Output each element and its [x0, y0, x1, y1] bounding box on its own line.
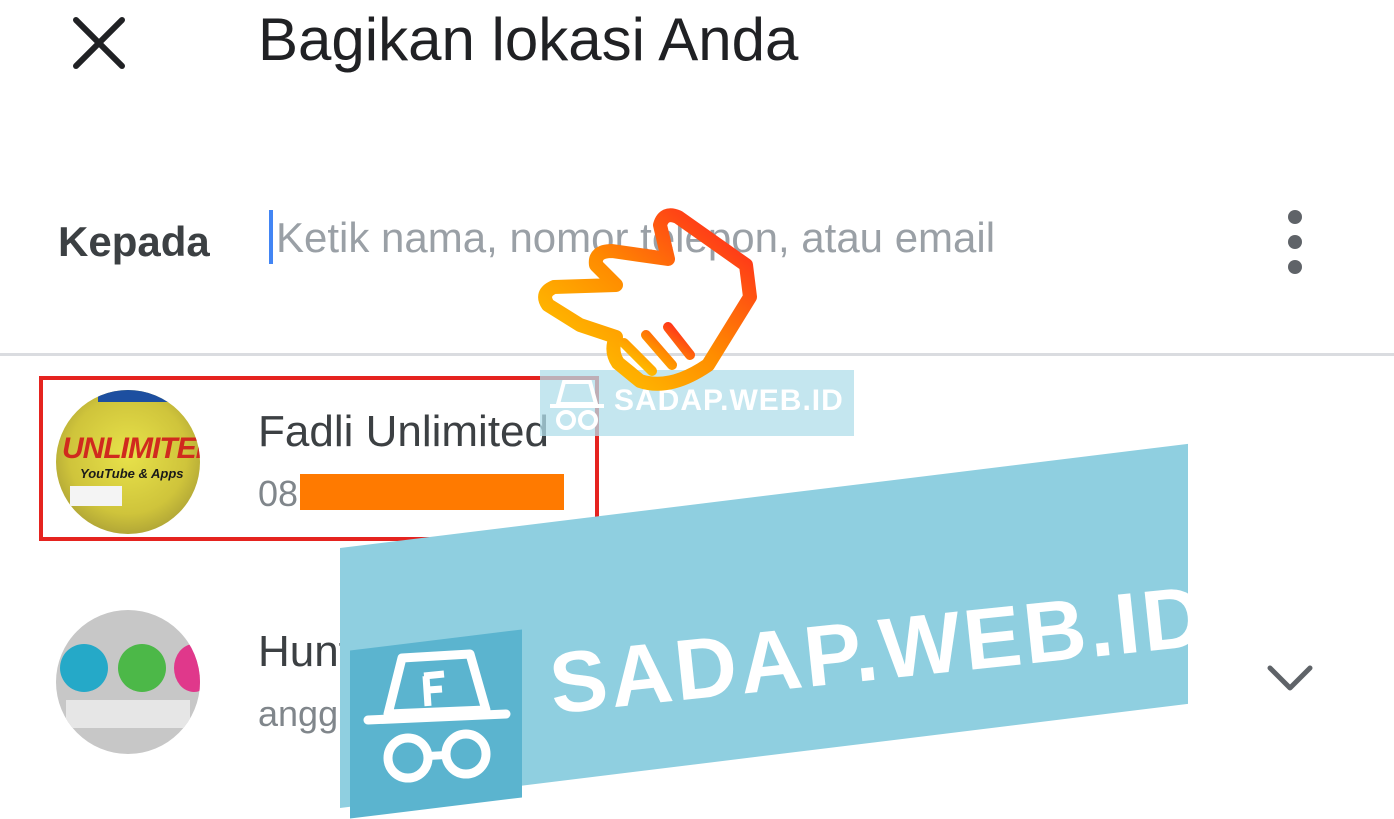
- avatar-sticker: [70, 486, 122, 506]
- chevron-down-icon: [1267, 665, 1313, 691]
- avatar-text-main: UNLIMITED: [62, 432, 200, 465]
- avatar-shape: [174, 644, 200, 692]
- close-icon: [73, 17, 125, 69]
- contact-name: Fadli Unlimited: [258, 407, 549, 456]
- contact-item-hunter[interactable]: Hunter angg: [0, 600, 1394, 770]
- avatar-shape: [118, 644, 166, 692]
- avatar-shape: [60, 644, 108, 692]
- page-title: Bagikan lokasi Anda: [258, 6, 799, 73]
- more-vert-dot: [1288, 235, 1302, 249]
- expand-button[interactable]: [1260, 658, 1320, 698]
- contact-detail-visible: 08: [258, 473, 299, 514]
- text-caret: [269, 210, 273, 264]
- contact-item-fadli[interactable]: UNLIMITED YouTube & Apps Fadli Unlimited…: [0, 380, 1394, 550]
- contact-name: Hunter: [258, 627, 391, 676]
- more-vert-icon: [1288, 210, 1302, 224]
- avatar: UNLIMITED YouTube & Apps: [56, 390, 200, 534]
- avatar-banner: [98, 390, 168, 402]
- more-vert-dot: [1288, 260, 1302, 274]
- recipient-row: Kepada: [0, 190, 1394, 300]
- contact-detail: angg: [258, 693, 339, 734]
- app-header: Bagikan lokasi Anda: [0, 0, 1394, 110]
- avatar-text-sub: YouTube & Apps: [80, 466, 184, 481]
- contact-detail: 08: [258, 472, 565, 516]
- recipient-input[interactable]: [276, 208, 1176, 268]
- divider: [0, 353, 1394, 356]
- avatar: [56, 610, 200, 754]
- recipient-label: Kepada: [58, 218, 210, 265]
- close-button[interactable]: [70, 12, 130, 72]
- redaction-bar: [300, 474, 565, 510]
- avatar-shape: [66, 700, 190, 728]
- more-options-button[interactable]: [1278, 210, 1312, 274]
